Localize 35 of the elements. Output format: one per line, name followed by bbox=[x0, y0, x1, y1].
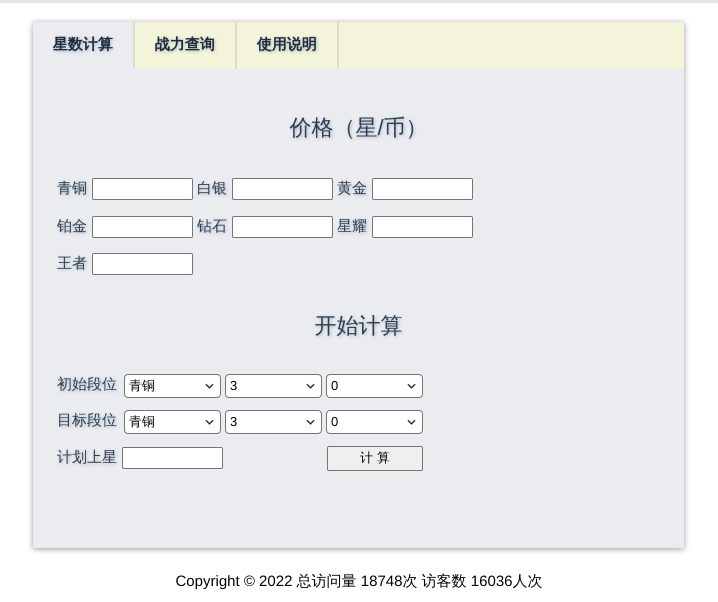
chevron-icon bbox=[205, 418, 214, 424]
input-field[interactable] bbox=[122, 447, 223, 469]
chevron-icon bbox=[407, 418, 416, 424]
dropdown-select[interactable]: 青铜 bbox=[124, 410, 221, 434]
chevron-icon bbox=[407, 382, 416, 388]
footer-text: Copyright © 2022 总访问量 18748次 访客数 16036人次 bbox=[174, 572, 544, 592]
chevron-icon bbox=[306, 418, 315, 424]
chevron-icon bbox=[205, 382, 214, 388]
field-label: 黄金 bbox=[337, 179, 368, 199]
input-field[interactable] bbox=[92, 253, 193, 276]
dropdown-select[interactable]: 0 bbox=[326, 374, 423, 398]
dropdown-select[interactable]: 3 bbox=[225, 410, 322, 434]
chevron-icon bbox=[306, 382, 315, 388]
field-label: 王者 bbox=[57, 254, 88, 274]
field-label: 星耀 bbox=[337, 216, 368, 236]
field-label: 青铜 bbox=[57, 179, 88, 199]
dropdown-select[interactable]: 3 bbox=[225, 374, 322, 398]
field-label: 计划上星 bbox=[57, 448, 118, 468]
input-field[interactable] bbox=[232, 178, 333, 200]
field-label: 铂金 bbox=[57, 216, 88, 236]
input-field[interactable] bbox=[232, 216, 333, 238]
field-label: 白银 bbox=[197, 179, 228, 199]
section-title: 价格（星/币） bbox=[288, 114, 429, 142]
field-label: 初始段位 bbox=[57, 375, 118, 396]
input-field[interactable] bbox=[92, 216, 193, 238]
field-label: 钻石 bbox=[197, 216, 228, 236]
calculate-button[interactable]: 计 算 bbox=[327, 446, 423, 470]
input-field[interactable] bbox=[372, 216, 473, 238]
dropdown-select[interactable]: 0 bbox=[326, 410, 423, 434]
input-field[interactable] bbox=[372, 178, 473, 200]
section-title: 开始计算 bbox=[314, 312, 404, 340]
input-field[interactable] bbox=[92, 178, 193, 200]
field-label: 目标段位 bbox=[57, 411, 118, 432]
dropdown-select[interactable]: 青铜 bbox=[124, 374, 221, 398]
tab[interactable]: 星数计算 bbox=[33, 22, 135, 69]
